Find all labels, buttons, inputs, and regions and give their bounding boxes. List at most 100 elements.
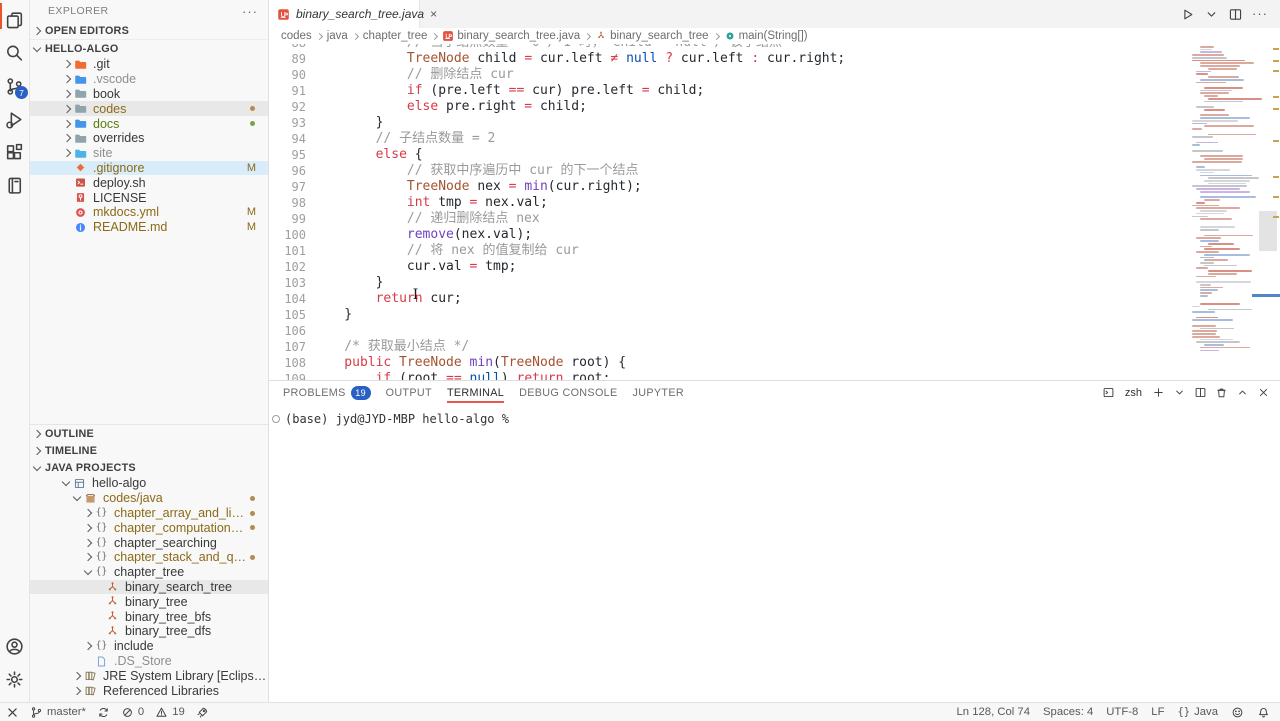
- code-line-103[interactable]: 103}: [269, 275, 1190, 291]
- trash-icon[interactable]: [1215, 386, 1228, 399]
- language-mode[interactable]: {}Java: [1177, 706, 1218, 718]
- code-line-92[interactable]: 92else pre.right = child;: [269, 99, 1190, 115]
- status-error[interactable]: 0: [121, 706, 144, 719]
- tree-item-binary_tree[interactable]: binary_tree: [30, 594, 268, 609]
- split-panel-icon[interactable]: [1194, 386, 1207, 399]
- activity-source-control[interactable]: 7: [0, 70, 29, 103]
- indentation[interactable]: Spaces: 4: [1043, 706, 1093, 718]
- close-tab-icon[interactable]: ×: [430, 7, 437, 21]
- editor-scrollbar[interactable]: [1256, 44, 1280, 380]
- panel-tab-output[interactable]: OUTPUT: [386, 381, 432, 404]
- code-line-94[interactable]: 94// 子结点数量 = 2: [269, 131, 1190, 147]
- section-open-editors[interactable]: OPEN EDITORS: [30, 22, 268, 40]
- status-rocket[interactable]: [196, 706, 209, 719]
- breadcrumb-item-binary_search_tree.java[interactable]: binary_search_tree.java: [442, 30, 580, 42]
- activity-extensions[interactable]: [0, 136, 29, 169]
- activity-files[interactable]: [0, 4, 29, 37]
- breadcrumb-item-java[interactable]: java: [327, 30, 348, 42]
- tree-item-referenced-libraries[interactable]: Referenced Libraries: [30, 683, 268, 698]
- panel-tab-jupyter[interactable]: JUPYTER: [633, 381, 684, 404]
- tree-item-chapter_computational_complexity[interactable]: {}chapter_computational_complexity: [30, 520, 268, 535]
- code-line-96[interactable]: 96// 获取中序遍历中 cur 的下一个结点: [269, 163, 1190, 179]
- section-timeline[interactable]: TIMELINE: [30, 442, 268, 459]
- code-line-90[interactable]: 90// 删除结点 cur: [269, 67, 1190, 83]
- panel-tab-problems[interactable]: PROBLEMS19: [283, 381, 371, 404]
- code-line-106[interactable]: 106: [269, 323, 1190, 339]
- close-icon[interactable]: [1257, 386, 1270, 399]
- activity-run-debug[interactable]: [0, 103, 29, 136]
- code-line-101[interactable]: 101// 将 nex 的值复制给 cur: [269, 243, 1190, 259]
- code-line-109[interactable]: 109if (root == null) return root;: [269, 371, 1190, 380]
- section-outline[interactable]: OUTLINE: [30, 425, 268, 442]
- tree-item-include[interactable]: {}include: [30, 639, 268, 654]
- eol[interactable]: LF: [1151, 706, 1164, 718]
- tree-item-mkdocs.yml[interactable]: mkdocs.ymlM: [30, 205, 268, 220]
- code-line-102[interactable]: 102cur.val = tmp;: [269, 259, 1190, 275]
- tree-item-chapter_stack_and_queue[interactable]: {}chapter_stack_and_queue: [30, 550, 268, 565]
- chevron-down-icon[interactable]: [1173, 386, 1186, 399]
- code-line-108[interactable]: 108public TreeNode min(TreeNode root) {: [269, 355, 1190, 371]
- code-line-88[interactable]: 88// 当子结点数量 = 0 / 1 时， child = null / 该子…: [269, 44, 1190, 51]
- panel-tab-debug-console[interactable]: DEBUG CONSOLE: [519, 381, 617, 404]
- status-branch[interactable]: master*: [30, 706, 86, 719]
- chevron-down-icon[interactable]: [1204, 7, 1219, 22]
- tree-item-codes[interactable]: codes: [30, 101, 268, 116]
- code-line-95[interactable]: 95else {: [269, 147, 1190, 163]
- tree-item-.gitignore[interactable]: .gitignoreM: [30, 161, 268, 176]
- tree-item-jre-system-library--eclipse-temurin-17--17....[interactable]: JRE System Library [Eclipse Temurin 17 […: [30, 668, 268, 683]
- tree-item-.vscode[interactable]: .vscode: [30, 72, 268, 87]
- code-line-89[interactable]: 89TreeNode child = cur.left ≠ null ? cur…: [269, 51, 1190, 67]
- code-line-93[interactable]: 93}: [269, 115, 1190, 131]
- tree-item-overrides[interactable]: overrides: [30, 131, 268, 146]
- section-hello-algo[interactable]: HELLO-ALGO: [30, 40, 268, 57]
- tree-item-.ds_store[interactable]: .DS_Store: [30, 654, 268, 669]
- minimap[interactable]: [1192, 44, 1256, 352]
- notifications[interactable]: [1257, 706, 1270, 719]
- tree-item-license[interactable]: LICENSE: [30, 190, 268, 205]
- tree-item-book[interactable]: book: [30, 87, 268, 102]
- section-java-projects[interactable]: JAVA PROJECTS: [30, 459, 268, 476]
- panel-tab-terminal[interactable]: TERMINAL: [447, 381, 504, 404]
- tree-item-binary_tree_dfs[interactable]: binary_tree_dfs: [30, 624, 268, 639]
- tree-item-binary_search_tree[interactable]: binary_search_tree: [30, 580, 268, 595]
- code-editor[interactable]: 88// 当子结点数量 = 0 / 1 时， child = null / 该子…: [269, 44, 1280, 380]
- status-sync[interactable]: [97, 706, 110, 719]
- tree-item-readme.md[interactable]: README.mdM: [30, 220, 268, 235]
- shell-selector[interactable]: zsh: [1125, 387, 1142, 399]
- code-line-99[interactable]: 99// 递归删除结点 nex: [269, 211, 1190, 227]
- tree-item-chapter_tree[interactable]: {}chapter_tree: [30, 565, 268, 580]
- terminal[interactable]: (base) jyd@JYD-MBP hello-algo %: [269, 404, 1280, 702]
- tree-item-chapter_array_and_linkedlist[interactable]: {}chapter_array_and_linkedlist: [30, 506, 268, 521]
- activity-notebook[interactable]: [0, 169, 29, 202]
- activity-settings-gear[interactable]: [0, 663, 29, 696]
- breadcrumb-item-codes[interactable]: codes: [281, 30, 312, 42]
- tree-item-codes-java[interactable]: codes/java: [30, 491, 268, 506]
- breadcrumb-item-chapter_tree[interactable]: chapter_tree: [363, 30, 428, 42]
- status-tools[interactable]: [6, 706, 19, 719]
- tree-item-chapter_searching[interactable]: {}chapter_searching: [30, 535, 268, 550]
- tree-item-site[interactable]: site: [30, 146, 268, 161]
- code-line-91[interactable]: 91if (pre.left == cur) pre.left = child;: [269, 83, 1190, 99]
- code-line-98[interactable]: 98int tmp = nex.val;: [269, 195, 1190, 211]
- code-line-97[interactable]: 97TreeNode nex = min(cur.right);: [269, 179, 1190, 195]
- activity-account[interactable]: [0, 630, 29, 663]
- status-warning[interactable]: 19: [155, 706, 185, 719]
- tree-item-hello-algo[interactable]: hello-algo: [30, 476, 268, 491]
- feedback[interactable]: [1231, 706, 1244, 719]
- split-editor-icon[interactable]: [1228, 7, 1243, 22]
- tree-item-deploy.sh[interactable]: deploy.sh: [30, 175, 268, 190]
- code-line-104[interactable]: 104return cur;: [269, 291, 1190, 307]
- breadcrumb-item-main-string---[interactable]: main(String[]): [724, 30, 808, 42]
- code-line-107[interactable]: 107/* 获取最小结点 */: [269, 339, 1190, 355]
- more-actions-icon[interactable]: ···: [242, 4, 258, 19]
- tab-binary-search-tree[interactable]: binary_search_tree.java ×: [269, 0, 420, 28]
- code-line-100[interactable]: 100remove(nex.val);: [269, 227, 1190, 243]
- breadcrumb-item-binary_search_tree[interactable]: binary_search_tree: [595, 30, 708, 42]
- run-icon[interactable]: [1180, 7, 1195, 22]
- code-line-105[interactable]: 105}: [269, 307, 1190, 323]
- tree-item-binary_tree_bfs[interactable]: binary_tree_bfs: [30, 609, 268, 624]
- tree-item-docs[interactable]: docs: [30, 116, 268, 131]
- plus-icon[interactable]: [1152, 386, 1165, 399]
- cursor-position[interactable]: Ln 128, Col 74: [957, 706, 1031, 718]
- chevron-up-icon[interactable]: [1236, 386, 1249, 399]
